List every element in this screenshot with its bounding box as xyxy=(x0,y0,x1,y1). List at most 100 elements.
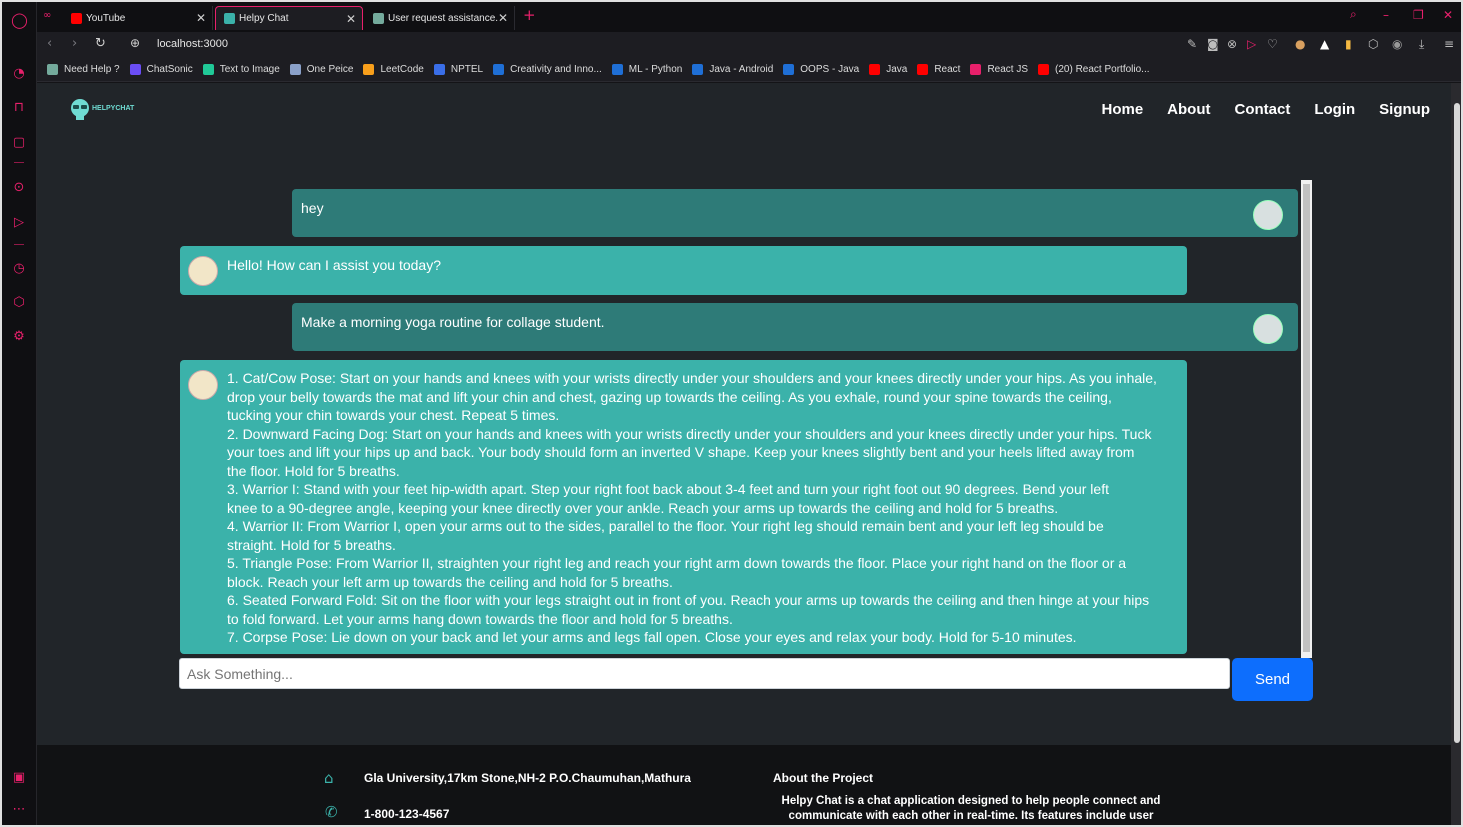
footer: ⌂ Gla University,17km Stone,NH-2 P.O.Cha… xyxy=(37,745,1451,825)
message-line: drop your belly towards the mat and lift… xyxy=(227,388,1112,405)
bookmark-favicon-icon xyxy=(917,63,929,75)
camera-icon[interactable]: ◙ xyxy=(1207,37,1219,51)
bookmark-item[interactable]: React xyxy=(917,63,961,75)
minimize-icon[interactable]: – xyxy=(1383,8,1389,22)
workspaces-icon[interactable]: ∞ xyxy=(43,10,51,21)
tab-user-request[interactable]: User request assistance. ✕ xyxy=(365,6,515,30)
tab-youtube[interactable]: YouTube ✕ xyxy=(63,6,213,30)
bookmark-item[interactable]: React JS xyxy=(970,63,1029,75)
url-field[interactable]: localhost:3000 xyxy=(157,38,228,50)
message-line: straight. Hold for 5 breaths. xyxy=(227,536,396,553)
download-icon[interactable]: ⤓ xyxy=(1419,37,1424,52)
bookmark-item[interactable]: Java - Android xyxy=(692,63,773,75)
close-tab-icon[interactable]: ✕ xyxy=(196,11,206,25)
bookmark-label: (20) React Portfolio... xyxy=(1055,63,1150,75)
nav-contact[interactable]: Contact xyxy=(1235,101,1291,118)
reload-icon[interactable]: ↻ xyxy=(95,36,106,51)
youtube-favicon-icon xyxy=(71,12,82,24)
bookmark-item[interactable]: One Peice xyxy=(289,63,353,75)
bookmark-favicon-icon xyxy=(363,63,375,75)
vpn-icon[interactable]: ▲ xyxy=(1320,37,1329,51)
helpy-chat-page: HELPYCHAT Home About Contact Login Signu… xyxy=(37,83,1451,825)
bookmarks-bar: Need Help ? ChatSonic Text to Image One Pei… xyxy=(37,57,1461,82)
gallery-icon[interactable]: ▣ xyxy=(11,770,27,786)
more-icon[interactable]: ⋯ xyxy=(11,802,27,818)
message-text: 1. Cat/Cow Pose: Start on your hands and… xyxy=(227,369,1182,647)
main-nav: Home About Contact Login Signup xyxy=(1077,101,1430,118)
page-scrollbar[interactable] xyxy=(1451,83,1461,825)
cube-icon[interactable]: ⬡ xyxy=(11,295,27,311)
bookmark-item[interactable]: LeetCode xyxy=(363,63,424,75)
close-tab-icon[interactable]: ✕ xyxy=(498,11,508,25)
message-text: Hello! How can I assist you today? xyxy=(227,257,441,273)
bookmark-favicon-icon xyxy=(970,63,982,75)
back-icon[interactable]: ‹ xyxy=(47,36,52,51)
extension-icon[interactable]: ▮ xyxy=(1345,37,1352,51)
bookmark-item[interactable]: Java xyxy=(869,63,907,75)
restore-icon[interactable]: ❐ xyxy=(1413,8,1424,22)
bookmark-item[interactable]: Need Help ? xyxy=(47,63,120,75)
bag-icon[interactable]: ⊓ xyxy=(11,100,27,116)
bookmark-label: ML - Python xyxy=(628,63,683,75)
shield-icon[interactable]: ⊗ xyxy=(1227,37,1237,51)
tab-label: User request assistance. xyxy=(388,12,499,24)
bookmark-favicon-icon xyxy=(47,63,58,75)
user-avatar-icon xyxy=(1253,314,1283,344)
nav-signup[interactable]: Signup xyxy=(1379,101,1430,118)
footer-phone: 1-800-123-4567 xyxy=(364,807,450,821)
bookmark-favicon-icon xyxy=(692,63,704,75)
forward-icon[interactable]: › xyxy=(72,36,77,51)
send-button[interactable]: Send xyxy=(1232,658,1313,701)
send-ext-icon[interactable]: ▷ xyxy=(1247,37,1256,51)
site-info-icon[interactable]: ⊕ xyxy=(130,36,140,50)
player-icon[interactable]: ⊙ xyxy=(11,180,27,196)
nav-home[interactable]: Home xyxy=(1101,101,1143,118)
ask-input[interactable] xyxy=(179,658,1230,689)
bookmark-label: ChatSonic xyxy=(146,63,193,75)
chat-messages[interactable]: hey Hello! How can I assist you today? M… xyxy=(180,179,1304,657)
speed-dial-icon[interactable]: ◔ xyxy=(11,66,27,82)
send-icon[interactable]: ▷ xyxy=(11,215,27,231)
about-title: About the Project xyxy=(773,771,874,785)
message-text: hey xyxy=(301,200,324,216)
menu-icon[interactable]: ≡ xyxy=(1444,37,1454,51)
close-tab-icon[interactable]: ✕ xyxy=(346,12,356,26)
logo-text: HELPYCHAT xyxy=(92,104,135,112)
user-avatar-icon xyxy=(1253,200,1283,230)
address-bar: ‹ › ↻ ⊕ localhost:3000 ✎ ◙ ⊗ ▷ ♡ ● ▲ ▮ ⬡… xyxy=(37,32,1461,57)
edit-icon[interactable]: ✎ xyxy=(1187,37,1197,51)
bookmark-item[interactable]: Creativity and Inno... xyxy=(493,63,602,75)
heart-icon[interactable]: ♡ xyxy=(1267,37,1278,51)
bookmark-favicon-icon xyxy=(869,63,881,75)
bookmark-item[interactable]: ML - Python xyxy=(611,63,683,75)
helpychat-logo[interactable]: HELPYCHAT xyxy=(68,97,135,120)
bot-avatar-icon xyxy=(188,256,218,286)
settings-icon[interactable]: ⚙ xyxy=(11,329,27,345)
opera-logo-icon[interactable]: ◯ xyxy=(11,12,28,28)
extension-icon[interactable]: ● xyxy=(1295,37,1305,51)
bookmark-label: React xyxy=(934,63,961,75)
bookmark-item[interactable]: Text to Image xyxy=(202,63,280,75)
history-icon[interactable]: ◷ xyxy=(11,261,27,277)
new-tab-button[interactable]: + xyxy=(523,6,536,24)
chat-scrollbar[interactable] xyxy=(1301,180,1312,658)
bookmark-item[interactable]: NPTEL xyxy=(433,63,483,75)
message-line: 2. Downward Facing Dog: Start on your ha… xyxy=(227,425,1152,442)
search-tabs-icon[interactable]: ⌕ xyxy=(1350,7,1357,22)
nav-login[interactable]: Login xyxy=(1314,101,1355,118)
bookmark-label: Creativity and Inno... xyxy=(510,63,602,75)
bookmark-favicon-icon xyxy=(493,63,505,75)
bookmark-label: React JS xyxy=(987,63,1029,75)
user-message: hey xyxy=(292,189,1298,237)
tab-helpy-chat[interactable]: Helpy Chat ✕ xyxy=(215,6,363,30)
profile-avatar-icon[interactable]: ◉ xyxy=(1392,37,1402,51)
instagram-icon[interactable]: ▢ xyxy=(11,135,27,151)
bookmark-item[interactable]: (20) React Portfolio... xyxy=(1038,63,1150,75)
bookmark-item[interactable]: OOPS - Java xyxy=(783,63,859,75)
nav-about[interactable]: About xyxy=(1167,101,1210,118)
extensions-cube-icon[interactable]: ⬡ xyxy=(1368,37,1378,51)
message-line: block. Reach your left arm up towards th… xyxy=(227,573,673,590)
bookmark-item[interactable]: ChatSonic xyxy=(129,63,193,75)
robot-logo-icon xyxy=(68,97,90,120)
close-window-icon[interactable]: ✕ xyxy=(1443,8,1453,22)
